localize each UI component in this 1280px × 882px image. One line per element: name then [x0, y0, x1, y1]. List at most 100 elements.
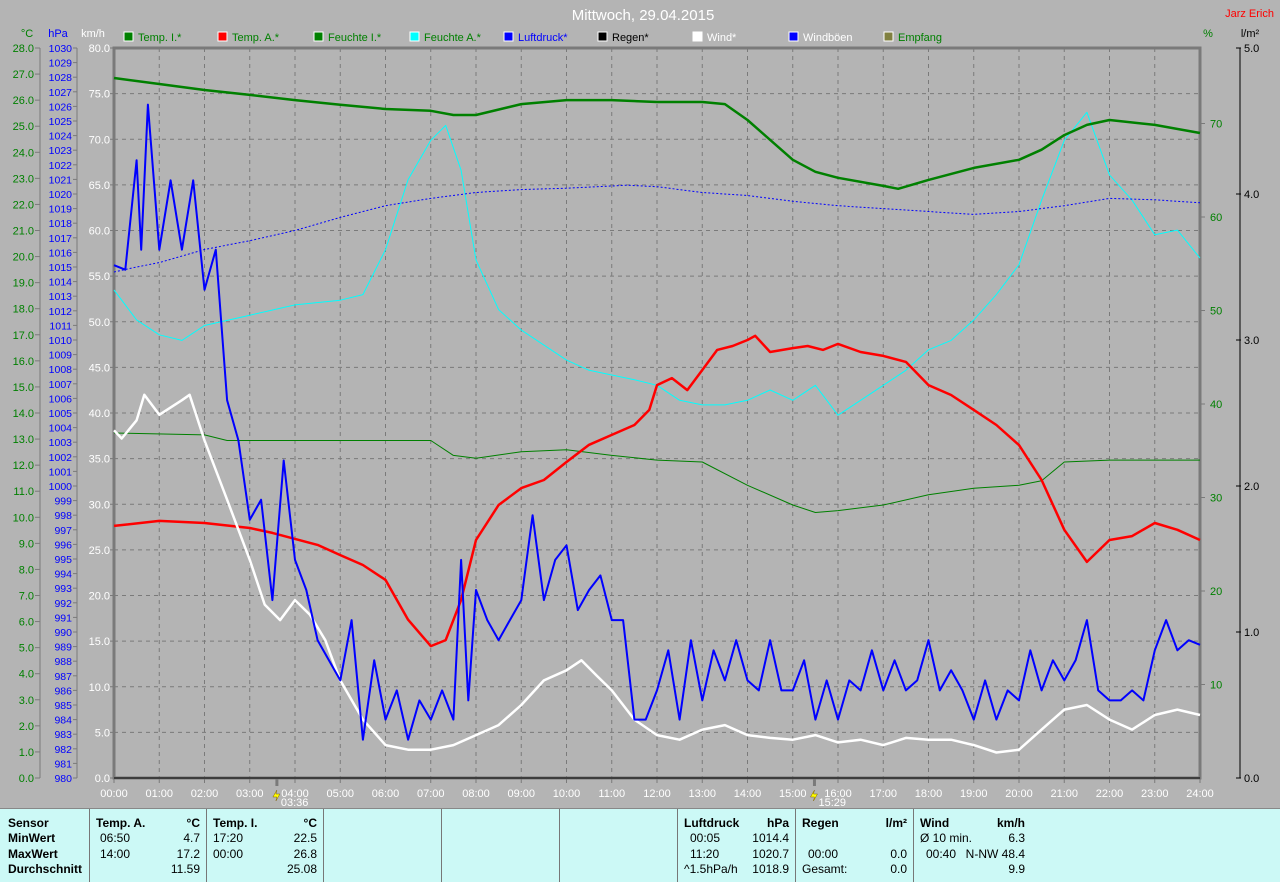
pressure-tick-label: 988: [54, 656, 72, 668]
user-name: Jarz Erich: [1225, 8, 1274, 20]
legend-label: Empfang: [898, 32, 942, 44]
wind-tick-label: 65.0: [89, 180, 110, 192]
luftdruck-min: 1014.4: [752, 831, 789, 845]
temp-tick-label: 18.0: [13, 304, 34, 316]
legend-item-temp-a: Temp. A.*: [217, 31, 280, 44]
wind-axis-unit: km/h: [81, 28, 105, 40]
temp-axis-unit: °C: [21, 28, 33, 40]
temp-a-avg: 11.59: [170, 862, 200, 876]
pressure-tick-label: 1002: [49, 452, 73, 464]
stats-label-avg: Durchschnitt: [8, 862, 83, 876]
regen-total-label: Gesamt:: [802, 862, 848, 876]
temp-tick-label: 6.0: [19, 617, 34, 629]
stats-header-sensor: Sensor: [8, 816, 49, 830]
stats-label-max: MaxWert: [8, 847, 58, 861]
temp-a-max: 17.2: [176, 847, 200, 861]
temp-i-max: 26.8: [293, 847, 317, 861]
legend-item-luftdruck: Luftdruck*: [503, 31, 568, 44]
time-tick-label: 02:00: [191, 788, 219, 800]
time-tick-label: 20:00: [1005, 788, 1033, 800]
temp-tick-label: 27.0: [13, 69, 34, 81]
weather-chart: Mittwoch, 29.04.2015 Jarz Erich °C hPa km/…: [13, 7, 1274, 808]
pressure-tick-label: 1019: [49, 204, 73, 216]
temp-tick-label: 0.0: [19, 773, 34, 785]
pressure-tick-label: 984: [54, 715, 72, 727]
legend-item-wind: Wind*: [692, 31, 737, 44]
pressure-tick-label: 999: [54, 496, 72, 508]
stats-luftdruck-column: Luftdruck hPa 00:05 1014.4 11:20 1020.7 ^1.…: [677, 809, 795, 882]
wind-tick-label: 45.0: [89, 362, 110, 374]
wind-avg: 9.9: [1008, 862, 1025, 876]
rain-tick-label: 0.0: [1244, 773, 1259, 785]
time-tick-label: 12:00: [643, 788, 671, 800]
temp-i-avg: 25.08: [286, 862, 317, 876]
temp-tick-label: 25.0: [13, 121, 34, 133]
pressure-tick-label: 991: [54, 612, 72, 624]
legend-swatch: [597, 31, 608, 42]
temp-tick-label: 26.0: [13, 95, 34, 107]
temp-tick-label: 16.0: [13, 356, 34, 368]
legend-item-temp-i: Temp. I.*: [123, 31, 182, 44]
temp-tick-label: 5.0: [19, 643, 34, 655]
wind-tick-label: 40.0: [89, 408, 110, 420]
legend-item-feuchte-a: Feuchte A.*: [409, 31, 482, 44]
time-tick-label: 19:00: [960, 788, 988, 800]
humidity-axis-unit: %: [1203, 28, 1213, 40]
time-tick-label: 01:00: [145, 788, 173, 800]
legend-item-feuchte-i: Feuchte I.*: [313, 31, 382, 44]
temp-i-min: 22.5: [293, 831, 317, 845]
pressure-tick-label: 1005: [49, 408, 73, 420]
rain-axis-unit: l/m²: [1241, 28, 1260, 40]
time-tick-label: 06:00: [372, 788, 400, 800]
legend-label: Regen*: [612, 32, 649, 44]
pressure-tick-label: 1006: [49, 393, 73, 405]
temp-tick-label: 10.0: [13, 512, 34, 524]
wind-unit: km/h: [996, 816, 1025, 830]
pressure-tick-label: 1001: [49, 466, 73, 478]
temp-tick-label: 12.0: [13, 460, 34, 472]
pressure-tick-label: 985: [54, 700, 72, 712]
temp-tick-label: 19.0: [13, 278, 34, 290]
pressure-tick-label: 998: [54, 510, 72, 522]
humidity-tick-label: 30: [1210, 493, 1222, 505]
wind-tick-label: 0.0: [95, 773, 110, 785]
pressure-tick-label: 1007: [49, 379, 73, 391]
stats-sensor-column: Sensor MinWert MaxWert Durchschnitt: [0, 809, 89, 882]
temp-tick-label: 28.0: [13, 43, 34, 55]
time-tick-label: 22:00: [1096, 788, 1124, 800]
legend-label: Windböen: [803, 32, 853, 44]
temp-tick-label: 7.0: [19, 591, 34, 603]
time-tick-label: 03:00: [236, 788, 264, 800]
legend-item-windboeen: Windböen: [788, 31, 853, 44]
legend-swatch: [503, 31, 514, 42]
pressure-tick-label: 992: [54, 598, 72, 610]
temp-tick-label: 3.0: [19, 695, 34, 707]
pressure-tick-label: 982: [54, 744, 72, 756]
time-marker-label: 03:36: [281, 797, 309, 808]
humidity-tick-label: 20: [1210, 586, 1222, 598]
temp-tick-label: 22.0: [13, 199, 34, 211]
wind-tick-label: 15.0: [89, 636, 110, 648]
wind-max: N-NW 48.4: [965, 847, 1025, 861]
humidity-tick-label: 50: [1210, 306, 1222, 318]
pressure-tick-label: 983: [54, 729, 72, 741]
stats-regen-column: Regen l/m² 00:00 0.0 Gesamt: 0.0: [795, 809, 913, 882]
wind-tick-label: 50.0: [89, 317, 110, 329]
stats-empty-column: [323, 809, 441, 882]
pressure-tick-label: 1027: [49, 87, 73, 99]
wind-tick-label: 5.0: [95, 727, 110, 739]
time-tick-label: 24:00: [1186, 788, 1214, 800]
legend-label: Temp. I.*: [138, 32, 182, 44]
rain-tick-label: 2.0: [1244, 481, 1259, 493]
regen-header: Regen: [802, 816, 839, 830]
legend-swatch: [692, 31, 703, 42]
legend-swatch: [313, 31, 324, 42]
pressure-tick-label: 997: [54, 525, 72, 537]
pressure-tick-label: 989: [54, 642, 72, 654]
pressure-tick-label: 994: [54, 569, 72, 581]
pressure-tick-label: 1023: [49, 145, 73, 157]
time-tick-label: 21:00: [1050, 788, 1078, 800]
stats-wind-column: Wind km/h Ø 10 min. 6.3 00:40 N-NW 48.4 9.9: [913, 809, 1031, 882]
pressure-tick-label: 1030: [49, 43, 73, 55]
pressure-tick-label: 1020: [49, 189, 73, 201]
